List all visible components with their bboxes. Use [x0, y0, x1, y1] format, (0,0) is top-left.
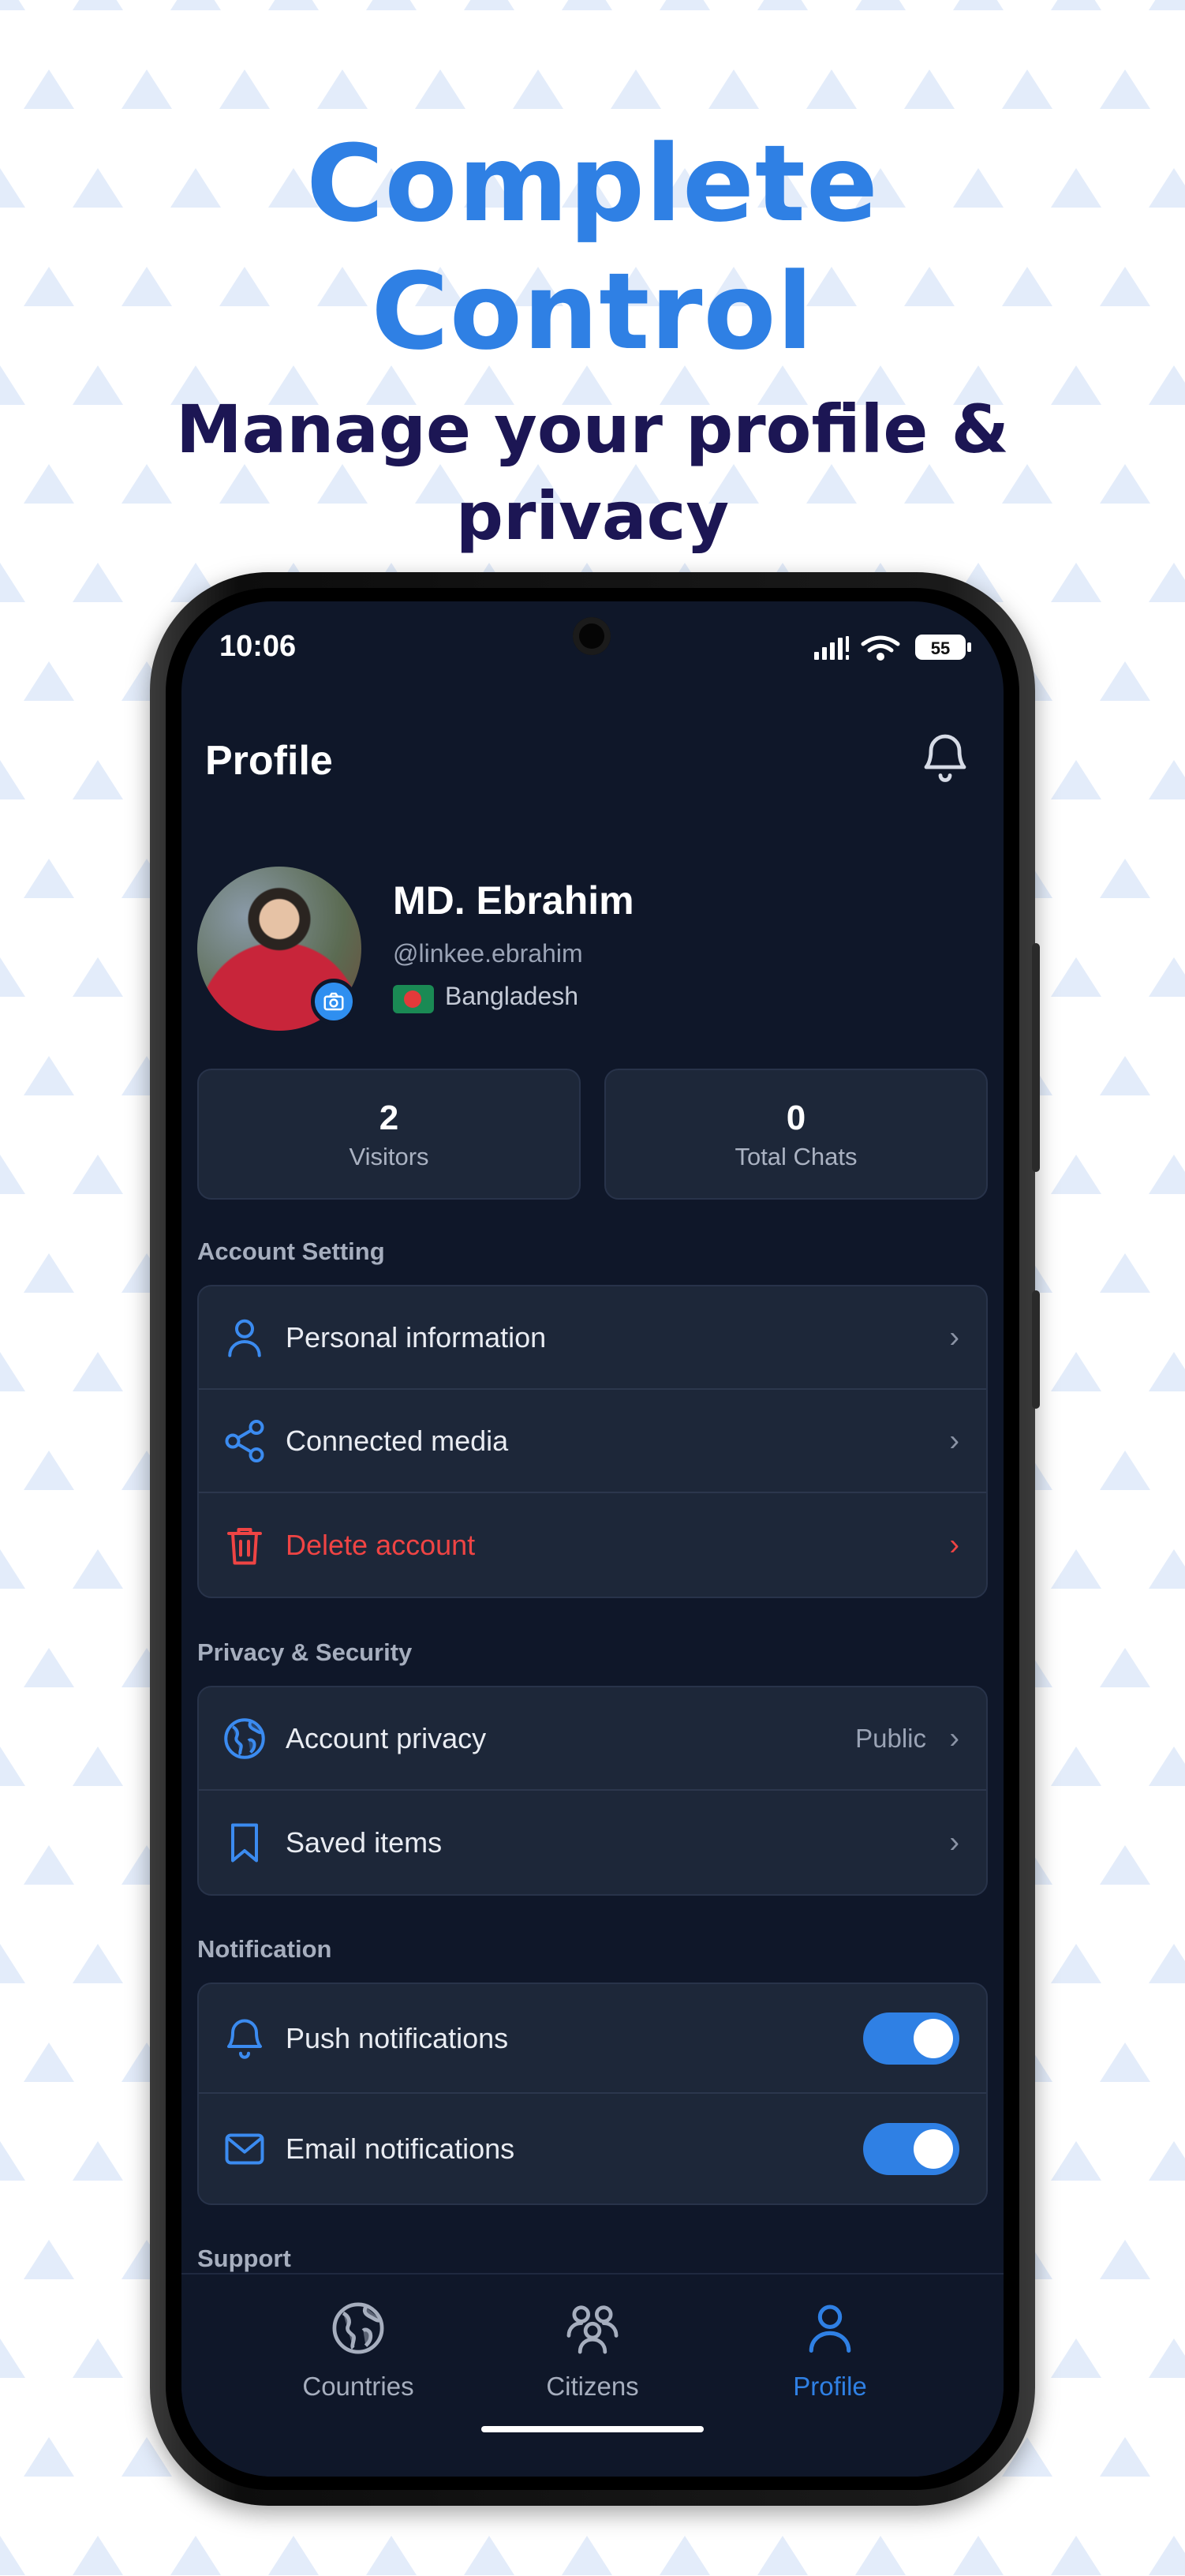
saved-items-label: Saved items [286, 1825, 443, 1859]
section-privacy-security: Privacy & Security [197, 1638, 413, 1666]
change-photo-button[interactable] [311, 979, 357, 1024]
total-chats-count: 0 [786, 1099, 806, 1137]
promo-subtitle-line2: privacy [455, 477, 730, 555]
bell-icon[interactable] [917, 729, 974, 786]
push-notifications-row: Push notifications [199, 1984, 986, 2094]
email-notifications-toggle[interactable] [863, 2122, 959, 2175]
chevron-right-icon: › [949, 1721, 959, 1754]
bangladesh-flag-icon [393, 985, 434, 1013]
volume-button [1032, 943, 1040, 1172]
front-camera [573, 617, 611, 655]
nav-citizens[interactable]: Citizens [490, 2275, 695, 2432]
globe-icon [332, 2302, 384, 2354]
user-name: MD. Ebrahim [393, 878, 634, 923]
account-privacy-row[interactable]: Account privacy Public › [199, 1687, 986, 1791]
nav-citizens-label: Citizens [546, 2372, 639, 2401]
camera-icon [323, 992, 344, 1011]
bell-icon [227, 2019, 262, 2059]
chevron-right-icon: › [949, 1320, 959, 1354]
nav-profile[interactable]: Profile [727, 2275, 933, 2432]
user-icon [809, 2305, 851, 2353]
page-title: Profile [205, 738, 333, 784]
chevron-right-icon: › [949, 1424, 959, 1457]
section-account-setting: Account Setting [197, 1237, 385, 1265]
notification-group: Push notifications Email notifications [197, 1983, 988, 2205]
battery-level: 55 [931, 638, 950, 658]
nav-countries[interactable]: Countries [256, 2275, 461, 2432]
phone-screen: 10:06 55 Profile MD. Ebrahim @linkee.ebr… [181, 601, 1004, 2477]
total-chats-card[interactable]: 0 Total Chats [604, 1069, 988, 1200]
mail-icon [225, 2133, 264, 2164]
bottom-navigation: Countries Citizens Profile [181, 2273, 1004, 2477]
promo-title-line2: Control [371, 250, 814, 373]
share-icon [225, 1419, 264, 1462]
section-support: Support [197, 2245, 291, 2272]
home-indicator[interactable] [481, 2426, 704, 2432]
delete-account-row[interactable]: Delete account › [199, 1493, 986, 1597]
chevron-right-icon: › [949, 1528, 959, 1561]
visitors-label: Visitors [349, 1143, 429, 1170]
user-icon [228, 1319, 261, 1357]
trash-icon [227, 1527, 262, 1564]
user-country: Bangladesh [445, 982, 579, 1010]
user-handle: @linkee.ebrahim [393, 939, 583, 968]
email-notifications-row: Email notifications [199, 2094, 986, 2203]
personal-information-row[interactable]: Personal information › [199, 1286, 986, 1390]
email-notifications-label: Email notifications [286, 2132, 515, 2165]
delete-account-label: Delete account [286, 1528, 476, 1561]
chevron-right-icon: › [949, 1825, 959, 1859]
visitors-count: 2 [379, 1099, 399, 1137]
personal-information-label: Personal information [286, 1320, 547, 1354]
power-button [1032, 1290, 1040, 1409]
account-privacy-label: Account privacy [286, 1721, 487, 1754]
status-time: 10:06 [219, 630, 297, 663]
privacy-security-group: Account privacy Public › Saved items › [197, 1686, 988, 1896]
nav-countries-label: Countries [302, 2372, 414, 2401]
promo-title-line1: Complete [306, 122, 879, 245]
total-chats-label: Total Chats [735, 1143, 858, 1170]
visitors-card[interactable]: 2 Visitors [197, 1069, 581, 1200]
account-settings-group: Personal information › Connected media ›… [197, 1285, 988, 1598]
connected-media-label: Connected media [286, 1424, 509, 1457]
globe-icon [224, 1717, 265, 1759]
connected-media-row[interactable]: Connected media › [199, 1390, 986, 1493]
section-notification: Notification [197, 1935, 332, 1963]
bookmark-icon [231, 1823, 258, 1862]
account-privacy-value: Public [855, 1723, 926, 1753]
promo-subtitle-line1: Manage your profile & [176, 391, 1009, 468]
saved-items-row[interactable]: Saved items › [199, 1791, 986, 1894]
nav-profile-label: Profile [793, 2372, 867, 2401]
push-notifications-toggle[interactable] [863, 2012, 959, 2065]
people-icon [566, 2305, 619, 2354]
status-icons: 55 [814, 635, 971, 661]
push-notifications-label: Push notifications [286, 2021, 509, 2054]
